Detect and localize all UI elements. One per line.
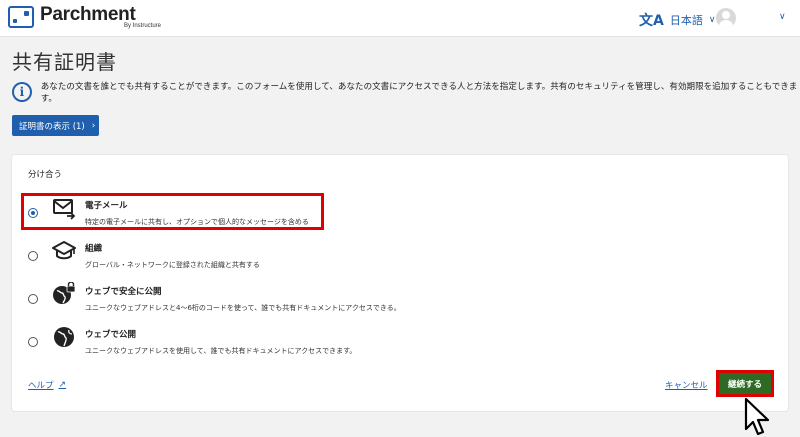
- help-link[interactable]: ヘルプ ↗: [28, 379, 66, 391]
- continue-button[interactable]: 継続する: [719, 373, 771, 394]
- option-description: ユニークなウェブアドレスと4〜6桁のコードを使って、誰でも共有ドキュメントにアク…: [85, 304, 401, 312]
- top-bar: Parchment By Instructure 文A 日本語 ∨ ∨: [0, 0, 800, 37]
- translate-icon: 文A: [639, 13, 664, 29]
- info-text: あなたの文書を誰とでも共有することができます。このフォームを使用して、あなたの文…: [40, 82, 798, 104]
- option-description: ユニークなウェブアドレスを使用して、誰でも共有ドキュメントにアクセスできます。: [85, 347, 357, 355]
- radio-secure-web[interactable]: [28, 294, 38, 304]
- chevron-down-icon: ∨: [708, 15, 716, 25]
- language-selector[interactable]: 文A 日本語 ∨: [639, 10, 715, 30]
- option-name: ウェブで公開: [85, 330, 137, 340]
- continue-button-highlight: 継続する: [716, 370, 774, 397]
- option-description: グローバル・ネットワークに登録された組織と共有する: [85, 261, 260, 269]
- chevron-right-icon: ›: [91, 120, 96, 131]
- email-option-highlight: [21, 193, 324, 230]
- parchment-logo[interactable]: Parchment By Instructure: [8, 5, 161, 29]
- share-option-secure-web[interactable]: ウェブで安全に公開 ユニークなウェブアドレスと4〜6桁のコードを使って、誰でも共…: [28, 282, 401, 312]
- radio-organization[interactable]: [28, 251, 38, 261]
- radio-web[interactable]: [28, 337, 38, 347]
- share-section-title: 分け合う: [28, 170, 63, 180]
- account-chevron-down-icon[interactable]: ∨: [779, 12, 786, 22]
- mouse-pointer-icon: [744, 397, 770, 436]
- view-certificates-label: 証明書の表示 (1): [19, 121, 85, 132]
- user-avatar-icon[interactable]: [716, 8, 736, 28]
- parchment-logo-icon: [8, 6, 34, 28]
- share-option-organization[interactable]: 組織 グローバル・ネットワークに登録された組織と共有する: [28, 241, 260, 269]
- info-icon: i: [12, 82, 32, 102]
- globe-icon: [54, 327, 74, 347]
- brand-name: Parchment: [40, 4, 136, 25]
- globe-lock-icon: [53, 282, 76, 304]
- brand-subtitle: By Instructure: [124, 23, 162, 29]
- info-message: i あなたの文書を誰とでも共有することができます。このフォームを使用して、あなた…: [12, 80, 800, 104]
- option-name: 組織: [85, 244, 103, 254]
- view-certificates-button[interactable]: 証明書の表示 (1) ›: [12, 115, 99, 136]
- option-name: ウェブで安全に公開: [85, 287, 162, 297]
- language-label: 日本語: [669, 14, 703, 27]
- cancel-link[interactable]: キャンセル: [665, 379, 708, 391]
- external-link-icon: ↗: [58, 380, 67, 390]
- page-title: 共有証明書: [12, 50, 117, 74]
- share-option-web[interactable]: ウェブで公開 ユニークなウェブアドレスを使用して、誰でも共有ドキュメントにアクセ…: [28, 327, 356, 355]
- help-label: ヘルプ: [28, 381, 54, 391]
- graduation-cap-icon: [52, 241, 76, 260]
